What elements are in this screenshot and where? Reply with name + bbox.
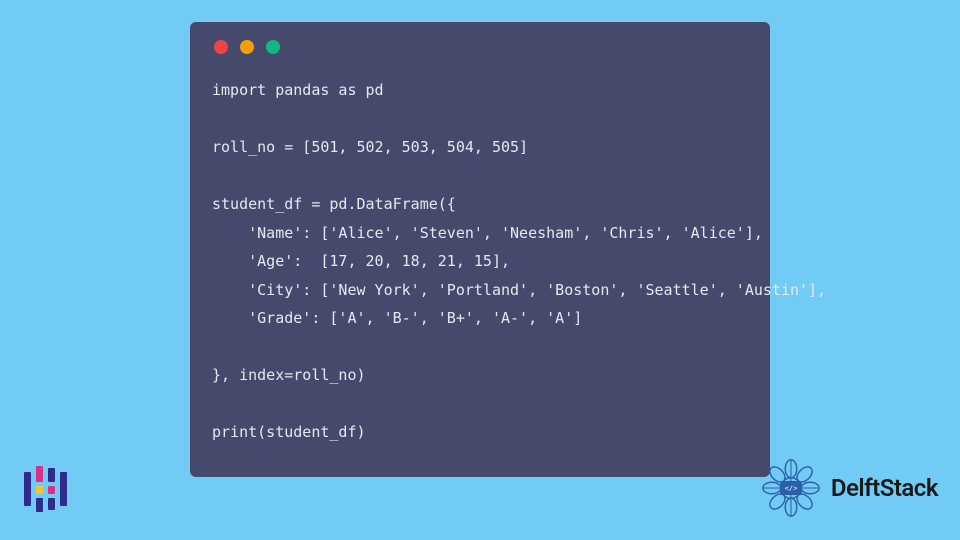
- traffic-light-dots: [214, 40, 748, 54]
- brand-name: DelftStack: [831, 474, 938, 502]
- zoom-dot-icon: [266, 40, 280, 54]
- mandala-icon: </>: [759, 456, 823, 520]
- brand-logo: </> DelftStack: [759, 456, 938, 520]
- left-bars-logo-icon: [24, 466, 70, 512]
- minimize-dot-icon: [240, 40, 254, 54]
- code-window: import pandas as pd roll_no = [501, 502,…: [190, 22, 770, 477]
- code-block: import pandas as pd roll_no = [501, 502,…: [212, 76, 748, 447]
- code-brackets-icon: </>: [784, 484, 797, 493]
- close-dot-icon: [214, 40, 228, 54]
